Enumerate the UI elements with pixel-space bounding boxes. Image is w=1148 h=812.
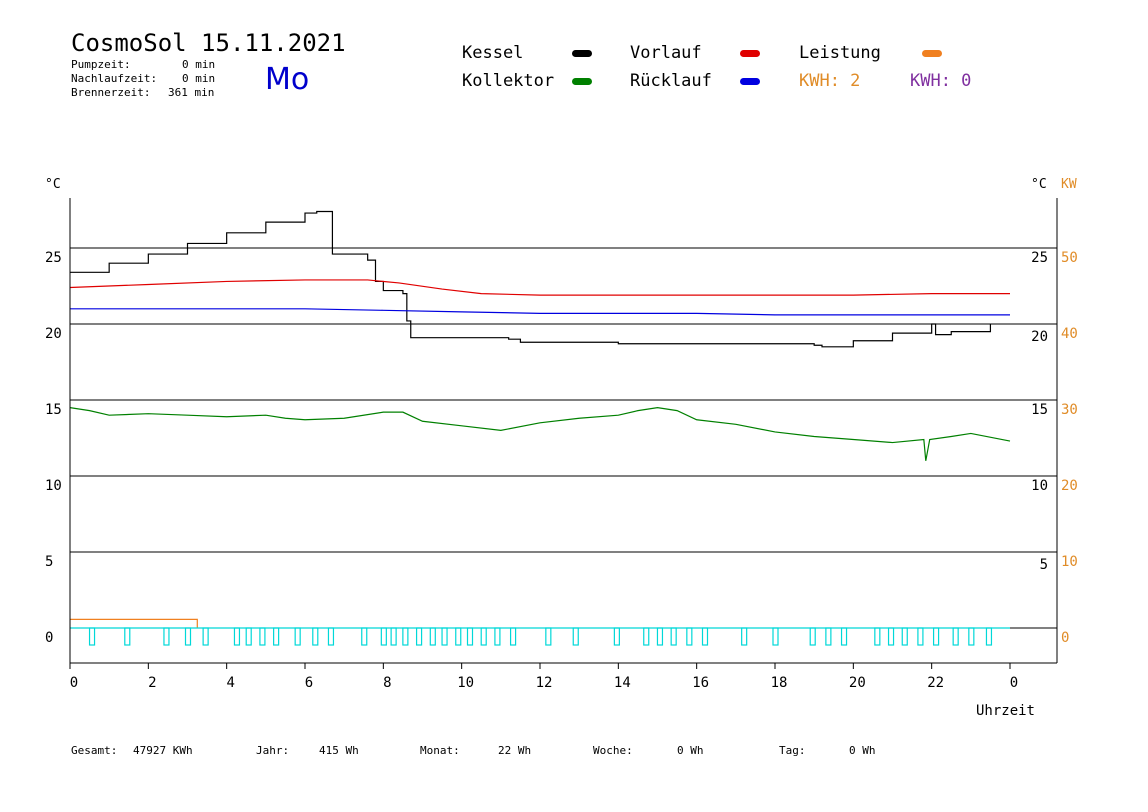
y-right-kw-tick-label: 0 xyxy=(1061,630,1069,646)
footer-woche-value: 0 Wh xyxy=(677,744,704,757)
y-right-kw-tick-label: 20 xyxy=(1061,478,1078,494)
x-tick-label: 16 xyxy=(692,675,709,691)
pump-pulse xyxy=(233,627,241,646)
pump-pulse xyxy=(441,627,448,646)
pump-pulse xyxy=(840,627,848,646)
y-left-unit: °C xyxy=(45,177,61,192)
y-right-kw-tick-label: 10 xyxy=(1061,554,1078,570)
pump-pulse xyxy=(245,627,252,646)
pump-pulse xyxy=(163,627,170,646)
pump-pulse xyxy=(545,627,552,646)
y-right-temp-tick-label: 5 xyxy=(1040,557,1048,573)
pump-pulse xyxy=(952,627,959,646)
pump-pulse xyxy=(643,627,650,646)
pump-pulse xyxy=(887,627,895,646)
x-tick-label: 6 xyxy=(305,675,313,691)
pump-pulse xyxy=(124,627,131,646)
y-right-temp-unit: °C xyxy=(1031,177,1047,192)
footer-woche-label: Woche: xyxy=(593,744,633,757)
footer-gesamt-label: Gesamt: xyxy=(71,744,118,757)
pump-pulse xyxy=(312,627,319,646)
pump-pulse xyxy=(656,627,664,646)
y-left-tick-label: 10 xyxy=(45,478,62,494)
y-right-temp-tick-label: 20 xyxy=(1031,329,1048,345)
pump-pulse xyxy=(402,627,409,646)
pump-pulse xyxy=(701,627,709,646)
x-tick-label: 14 xyxy=(614,675,631,691)
series-line-vorlauf xyxy=(69,279,1010,296)
pump-pulse xyxy=(259,627,266,646)
y-left-tick-label: 15 xyxy=(45,402,62,418)
pump-pulse xyxy=(874,627,881,646)
y-left-tick-label: 20 xyxy=(45,326,62,342)
pump-pulse xyxy=(390,627,397,646)
pump-pulse xyxy=(901,627,908,646)
x-tick-label: 22 xyxy=(927,675,944,691)
x-axis-title: Uhrzeit xyxy=(976,703,1035,719)
x-tick-label: 8 xyxy=(383,675,391,691)
pump-pulse xyxy=(968,627,975,646)
pump-pulse xyxy=(772,627,779,646)
x-tick-label: 4 xyxy=(226,675,234,691)
footer-tag-value: 0 Wh xyxy=(849,744,876,757)
pump-pulse xyxy=(509,627,517,646)
pump-pulse xyxy=(932,627,940,646)
pump-pulse xyxy=(88,627,96,646)
y-right-kw-tick-label: 40 xyxy=(1061,326,1078,342)
x-tick-label: 12 xyxy=(536,675,553,691)
pump-pulse xyxy=(917,627,924,646)
footer-monat-value: 22 Wh xyxy=(498,744,532,757)
pump-pulse xyxy=(455,627,462,646)
pump-pulse xyxy=(184,627,192,646)
series-line-kessel xyxy=(70,210,992,348)
series-line-leistung xyxy=(70,618,198,628)
pump-pulse xyxy=(273,627,280,646)
footer-gesamt-value: 47927 KWh xyxy=(133,744,193,757)
y-left-tick-label: 25 xyxy=(45,250,62,266)
pump-pulse xyxy=(613,627,620,646)
pump-pulse xyxy=(327,627,335,646)
pump-pulse xyxy=(480,627,487,646)
pump-pulse xyxy=(985,627,993,646)
temperature-chart: 0 2 4 6 8 10 12 14 16 18 20 22 0 Uhrzeit 0 5 10 15 20 25 °C 5… xyxy=(45,177,1078,719)
series-line-kollektor xyxy=(69,406,1011,461)
pump-pulse xyxy=(741,627,748,646)
footer-monat-label: Monat: xyxy=(420,744,460,757)
x-tick-label: 20 xyxy=(849,675,866,691)
y-right-kw-tick-label: 50 xyxy=(1061,250,1078,266)
y-right-temp-tick-label: 25 xyxy=(1031,250,1048,266)
pump-pulse xyxy=(429,627,436,646)
x-tick-label: 10 xyxy=(457,675,474,691)
x-tick-label: 0 xyxy=(70,675,78,691)
pump-pulse xyxy=(466,627,474,646)
pump-pulse xyxy=(572,627,579,646)
y-left-tick-label: 0 xyxy=(45,630,53,646)
y-left-tick-label: 5 xyxy=(45,554,53,570)
series-line-rcklauf xyxy=(70,308,1010,316)
pump-pulse xyxy=(294,627,301,646)
x-tick-label: 0 xyxy=(1010,675,1018,691)
x-tick-label: 2 xyxy=(148,675,156,691)
pump-pulse xyxy=(809,627,816,646)
footer-jahr-label: Jahr: xyxy=(256,744,290,757)
pump-pulse xyxy=(202,627,209,646)
y-right-kw-tick-label: 30 xyxy=(1061,402,1078,418)
y-right-temp-tick-label: 10 xyxy=(1031,478,1048,494)
footer-jahr-value: 415 Wh xyxy=(319,744,359,757)
x-tick-label: 18 xyxy=(771,675,788,691)
pump-pulse xyxy=(686,627,693,646)
pump-pulse xyxy=(670,627,677,646)
y-right-temp-tick-label: 15 xyxy=(1031,402,1048,418)
pump-pulse xyxy=(825,627,832,646)
pump-pulse xyxy=(415,627,423,646)
pump-pulse xyxy=(380,627,387,646)
pump-pulse xyxy=(494,627,501,646)
pump-pulse xyxy=(361,627,368,646)
footer-tag-label: Tag: xyxy=(779,744,806,757)
y-right-kw-unit: KW xyxy=(1061,177,1077,192)
